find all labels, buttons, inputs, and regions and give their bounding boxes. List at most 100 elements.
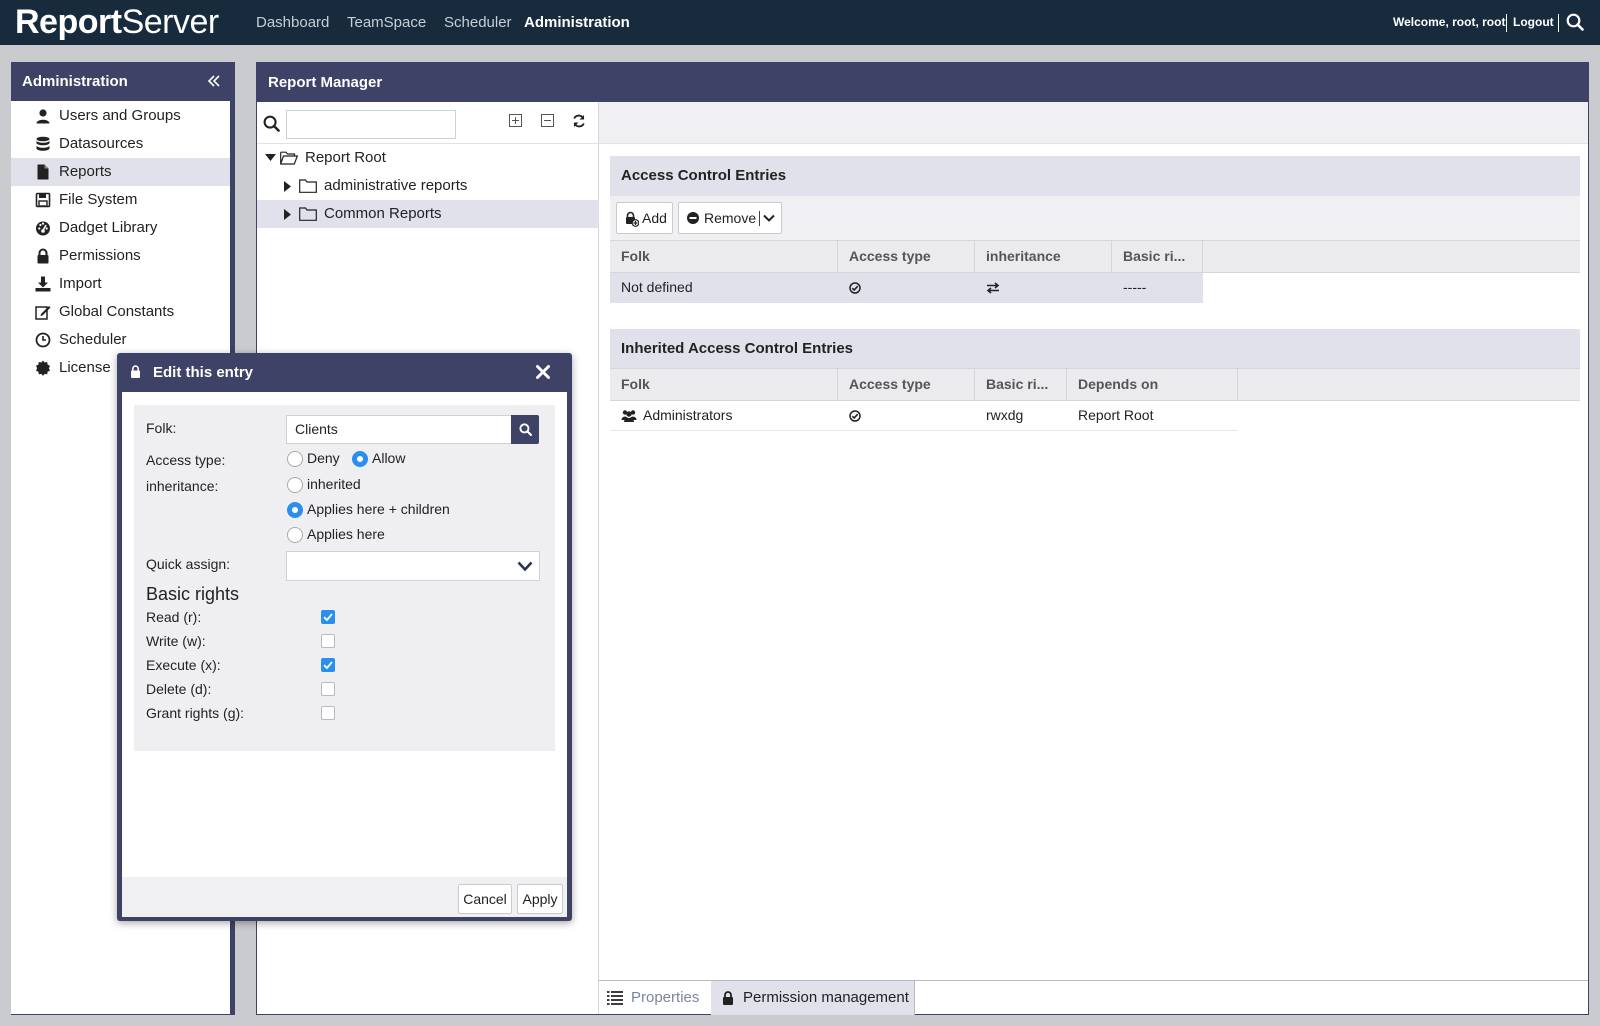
database-icon xyxy=(35,136,51,152)
nav-administration[interactable]: Administration xyxy=(524,0,630,45)
sidebar-item-label: License xyxy=(59,359,111,376)
sidebar-item-global-constants[interactable]: Global Constants xyxy=(11,298,230,326)
delete-right-label: Delete (d): xyxy=(146,681,212,697)
sidebar-item-datasources[interactable]: Datasources xyxy=(11,130,230,158)
search-icon xyxy=(519,423,532,436)
permission-management-pane: Access Control Entries Add Remove Folk A… xyxy=(599,102,1588,1014)
collapsed-triangle-icon[interactable] xyxy=(284,209,291,220)
sidebar-item-label: Users and Groups xyxy=(59,107,181,124)
access-deny-radio[interactable] xyxy=(287,451,303,467)
download-icon xyxy=(35,276,51,292)
basic-rights-cell: rwxdg xyxy=(986,407,1024,423)
bottom-tab-bar: Properties Permission management xyxy=(599,980,1588,1015)
nav-scheduler[interactable]: Scheduler xyxy=(444,0,512,45)
logout-link[interactable]: Logout xyxy=(1513,0,1554,45)
folk-field[interactable]: Clients xyxy=(286,415,512,444)
cancel-button[interactable]: Cancel xyxy=(458,884,512,914)
tree-node-administrative-reports[interactable]: administrative reports xyxy=(257,172,599,200)
tree-node-label: Report Root xyxy=(305,149,386,166)
dashboard-gauge-icon xyxy=(35,220,51,236)
read-right-checkbox[interactable] xyxy=(321,610,335,624)
inheritance-inherited-label[interactable]: inherited xyxy=(307,476,361,492)
remove-button[interactable]: Remove xyxy=(678,202,782,234)
report-manager-title: Report Manager xyxy=(257,63,1588,102)
dialog-title: Edit this entry xyxy=(153,364,254,381)
chevron-down-icon[interactable] xyxy=(763,214,775,223)
tab-permission-management-label: Permission management xyxy=(743,989,909,1006)
execute-right-checkbox[interactable] xyxy=(321,658,335,672)
inheritance-inherited-radio[interactable] xyxy=(287,477,303,493)
top-navigation-bar: ReportServer Dashboard TeamSpace Schedul… xyxy=(0,0,1600,45)
check-circle-icon xyxy=(849,410,861,422)
nav-dashboard[interactable]: Dashboard xyxy=(256,0,329,45)
save-icon xyxy=(35,192,51,208)
column-header-depends-on[interactable]: Depends on xyxy=(1067,369,1238,400)
lock-icon xyxy=(35,248,51,264)
folk-search-button[interactable] xyxy=(511,415,539,444)
collapse-all-icon[interactable] xyxy=(541,114,554,127)
access-control-entries-title: Access Control Entries xyxy=(610,156,1580,196)
expand-all-icon[interactable] xyxy=(509,114,522,127)
divider xyxy=(1506,14,1507,32)
column-header-inheritance[interactable]: inheritance xyxy=(975,241,1112,272)
execute-right-label: Execute (x): xyxy=(146,657,221,673)
inheritance-applies-here-children-label[interactable]: Applies here + children xyxy=(307,501,450,517)
grant-rights-checkbox[interactable] xyxy=(321,706,335,720)
access-allow-label[interactable]: Allow xyxy=(372,450,405,466)
search-icon[interactable] xyxy=(1566,13,1584,31)
inheritance-applies-here-label[interactable]: Applies here xyxy=(307,526,385,542)
column-header-access-type[interactable]: Access type xyxy=(838,241,975,272)
collapse-double-chevron-icon[interactable] xyxy=(207,74,221,88)
access-allow-radio[interactable] xyxy=(352,451,368,467)
sidebar-item-dadget-library[interactable]: Dadget Library xyxy=(11,214,230,242)
column-header-access-type[interactable]: Access type xyxy=(838,369,975,400)
sidebar-item-scheduler[interactable]: Scheduler xyxy=(11,326,230,354)
expanded-triangle-icon[interactable] xyxy=(265,154,276,162)
chevron-down-icon[interactable] xyxy=(517,561,533,572)
acl-grid-header: Folk Access type inheritance Basic ri... xyxy=(610,240,1580,273)
sidebar-item-import[interactable]: Import xyxy=(11,270,230,298)
add-button-label: Add xyxy=(642,210,667,226)
inherited-access-control-entries-title: Inherited Access Control Entries xyxy=(610,329,1580,369)
sidebar-item-users-and-groups[interactable]: Users and Groups xyxy=(11,102,230,130)
right-toolbar xyxy=(599,102,1588,144)
tab-properties[interactable]: Properties xyxy=(599,981,709,1015)
table-row[interactable]: Not defined ----- xyxy=(610,273,1203,303)
column-header-basic-rights[interactable]: Basic ri... xyxy=(975,369,1067,400)
sidebar-item-reports[interactable]: Reports xyxy=(11,158,230,186)
apply-button[interactable]: Apply xyxy=(517,884,563,914)
column-header-basic-rights[interactable]: Basic ri... xyxy=(1112,241,1203,272)
inheritance-applies-here-children-radio[interactable] xyxy=(287,502,303,518)
collapsed-triangle-icon[interactable] xyxy=(284,181,291,192)
quick-assign-select[interactable] xyxy=(286,551,540,581)
tree-node-report-root[interactable]: Report Root xyxy=(257,144,599,172)
sidebar-item-label: Datasources xyxy=(59,135,144,152)
nav-teamspace[interactable]: TeamSpace xyxy=(347,0,426,45)
sidebar-item-file-system[interactable]: File System xyxy=(11,186,230,214)
sidebar-item-label: Dadget Library xyxy=(59,219,158,236)
inheritance-applies-here-radio[interactable] xyxy=(287,527,303,543)
reportserver-logo[interactable]: ReportServer xyxy=(15,0,219,45)
column-header-folk[interactable]: Folk xyxy=(610,369,838,400)
user-icon xyxy=(35,108,51,124)
sidebar-item-permissions[interactable]: Permissions xyxy=(11,242,230,270)
folk-cell: Administrators xyxy=(643,407,733,423)
tree-toolbar xyxy=(257,102,599,144)
refresh-icon[interactable] xyxy=(572,114,586,128)
check-circle-icon xyxy=(849,282,861,294)
checkmark-icon xyxy=(323,613,333,622)
write-right-checkbox[interactable] xyxy=(321,634,335,648)
tree-search-input[interactable] xyxy=(286,110,456,139)
report-file-icon xyxy=(35,164,51,180)
minus-circle-icon xyxy=(687,212,699,224)
table-row[interactable]: Administrators rwxdg Report Root xyxy=(610,401,1238,431)
access-deny-label[interactable]: Deny xyxy=(307,450,340,466)
column-header-folk[interactable]: Folk xyxy=(610,241,838,272)
tree-node-common-reports[interactable]: Common Reports xyxy=(257,200,599,228)
depends-on-cell: Report Root xyxy=(1078,407,1154,423)
delete-right-checkbox[interactable] xyxy=(321,682,335,696)
checkmark-icon xyxy=(323,661,333,670)
tab-permission-management[interactable]: Permission management xyxy=(711,981,915,1015)
add-button[interactable]: Add xyxy=(616,202,673,234)
close-icon[interactable] xyxy=(535,364,551,380)
